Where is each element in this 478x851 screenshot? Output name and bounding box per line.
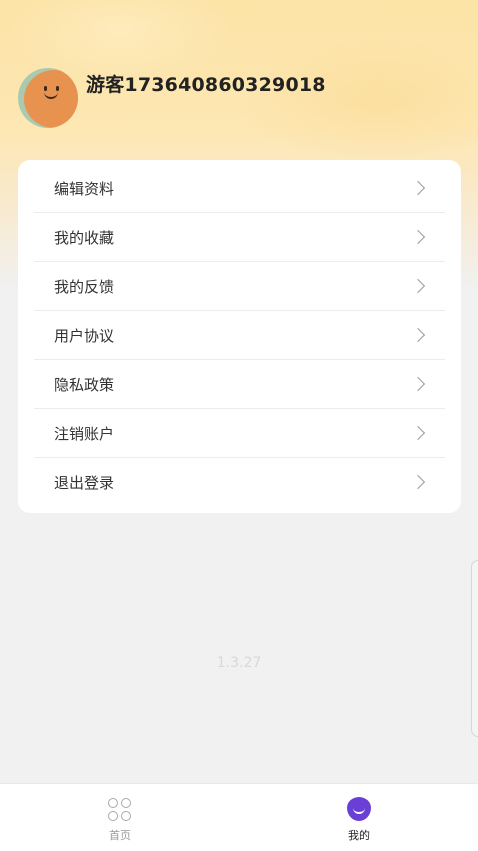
- menu-item-delete-account[interactable]: 注销账户: [34, 409, 445, 458]
- menu-item-user-agreement[interactable]: 用户协议: [34, 311, 445, 360]
- menu-item-edit-profile[interactable]: 编辑资料: [34, 164, 445, 213]
- username[interactable]: 游客173640860329018: [86, 70, 326, 97]
- menu-item-label: 用户协议: [54, 327, 115, 345]
- chevron-right-icon: [410, 278, 426, 294]
- bottom-tab-bar: 首页 我的: [0, 783, 478, 851]
- chevron-right-icon: [410, 229, 426, 245]
- menu-item-privacy-policy[interactable]: 隐私政策: [34, 360, 445, 409]
- chevron-right-icon: [410, 474, 426, 490]
- app-version: 1.3.27: [216, 655, 262, 671]
- menu-item-logout[interactable]: 退出登录: [34, 458, 445, 507]
- menu-item-label: 我的收藏: [54, 229, 115, 247]
- menu-item-label: 我的反馈: [54, 278, 115, 296]
- chevron-right-icon: [410, 376, 426, 392]
- grid-icon: [108, 798, 132, 822]
- chevron-right-icon: [410, 425, 426, 441]
- menu-item-label: 隐私政策: [54, 376, 115, 394]
- tab-home[interactable]: 首页: [70, 784, 170, 851]
- settings-menu-card: 编辑资料 我的收藏 我的反馈 用户协议 隐私政策 注销账户 退出登录: [18, 160, 461, 513]
- menu-item-label: 编辑资料: [54, 180, 115, 198]
- chevron-right-icon: [410, 180, 426, 196]
- chevron-right-icon: [410, 327, 426, 343]
- avatar-mouth-icon: [44, 90, 58, 99]
- tab-mine-label: 我的: [348, 829, 370, 842]
- side-drawer-handle[interactable]: [471, 560, 478, 737]
- menu-item-feedback[interactable]: 我的反馈: [34, 262, 445, 311]
- tab-home-label: 首页: [109, 829, 131, 842]
- tab-mine[interactable]: 我的: [309, 784, 409, 851]
- avatar-face-icon: [24, 70, 78, 128]
- menu-item-favorites[interactable]: 我的收藏: [34, 213, 445, 262]
- menu-item-label: 注销账户: [54, 425, 115, 443]
- avatar[interactable]: [18, 68, 78, 128]
- smile-icon: [347, 797, 371, 821]
- menu-item-label: 退出登录: [54, 474, 115, 492]
